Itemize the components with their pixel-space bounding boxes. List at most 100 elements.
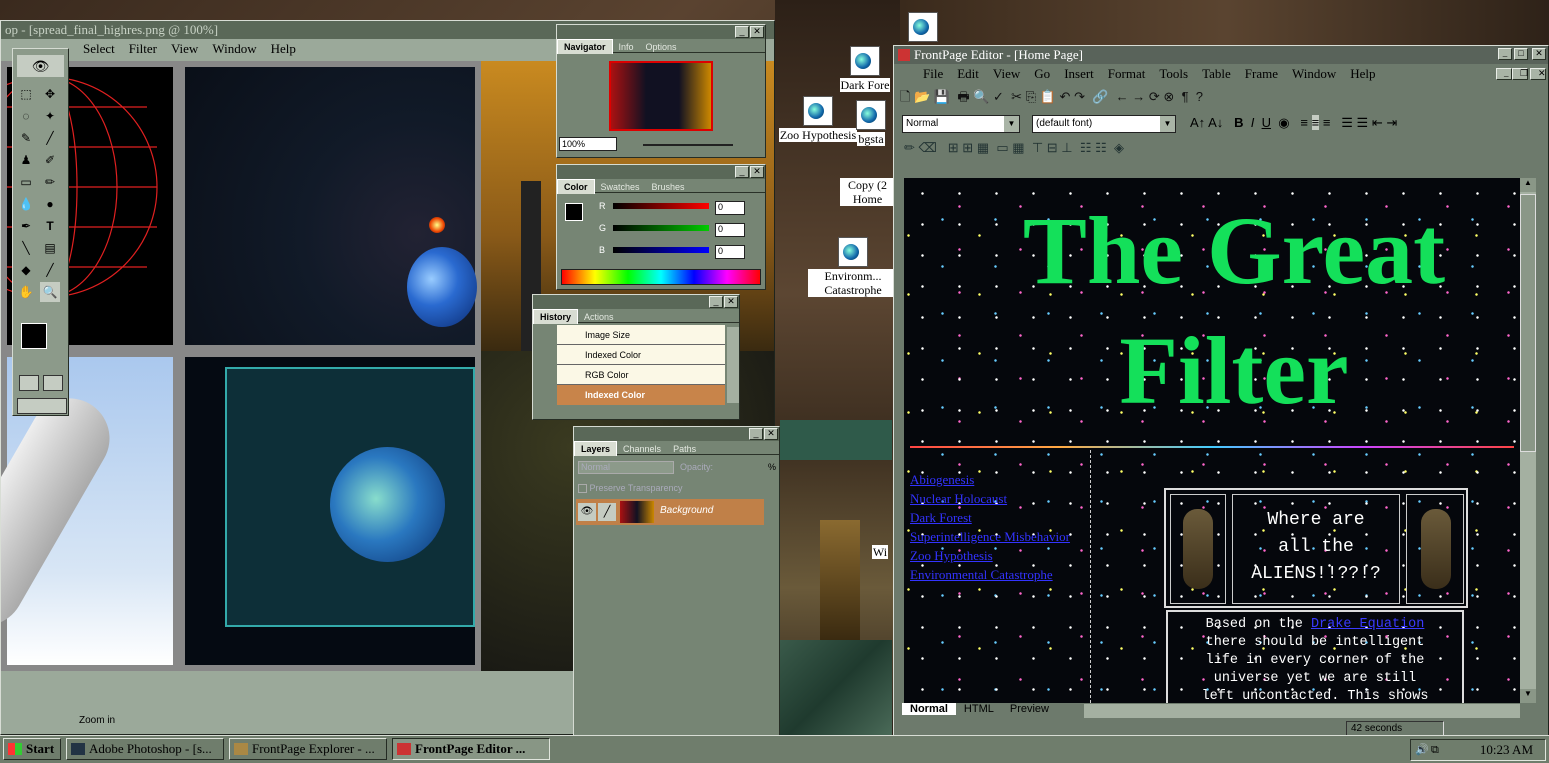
- chevron-down-icon[interactable]: ▼: [1160, 116, 1175, 132]
- horizontal-scrollbar[interactable]: [1084, 704, 1520, 718]
- editor-page[interactable]: The Great Filter Abiogenesis Nuclear Hol…: [904, 178, 1520, 703]
- tab-normal[interactable]: Normal: [902, 703, 956, 715]
- split-cells-icon[interactable]: ▦: [1012, 140, 1024, 155]
- undo-icon[interactable]: ↶: [1060, 89, 1071, 104]
- zoom-tool-icon[interactable]: 🔍: [40, 282, 60, 302]
- menu-go[interactable]: Go: [1027, 64, 1057, 84]
- distribute-cols-icon[interactable]: ☷: [1095, 140, 1107, 155]
- link-icon[interactable]: 🔗: [1092, 89, 1108, 104]
- print-icon[interactable]: 🖶: [957, 89, 969, 104]
- menu-table[interactable]: Table: [1195, 64, 1238, 84]
- taskbar-item-frontpage-explorer[interactable]: FrontPage Explorer - ...: [229, 738, 387, 760]
- underline-icon[interactable]: U: [1262, 115, 1271, 130]
- desktop-icon-top[interactable]: [905, 12, 941, 44]
- insert-cols-icon[interactable]: ⊞: [962, 140, 973, 155]
- field-r[interactable]: 0: [715, 201, 745, 215]
- history-item-selected[interactable]: Indexed Color: [557, 385, 725, 405]
- magic-wand-icon[interactable]: ✦: [40, 106, 60, 126]
- minimize-icon[interactable]: _: [709, 296, 723, 308]
- blend-mode-select[interactable]: Normal: [578, 461, 674, 474]
- menu-format[interactable]: Format: [1101, 64, 1153, 84]
- tab-html[interactable]: HTML: [956, 703, 1002, 715]
- clock[interactable]: 10:23 AM: [1480, 740, 1533, 760]
- move-tool-icon[interactable]: ✥: [40, 84, 60, 104]
- start-button[interactable]: Start: [3, 738, 61, 760]
- stamp-tool-icon[interactable]: ♟: [16, 150, 36, 170]
- tab-brushes[interactable]: Brushes: [646, 180, 691, 194]
- forward-icon[interactable]: →: [1132, 89, 1145, 104]
- outdent-icon[interactable]: ⇤: [1372, 115, 1383, 130]
- back-icon[interactable]: ←: [1116, 89, 1129, 104]
- quick-mask-icon[interactable]: [19, 375, 39, 391]
- taskbar-item-frontpage-editor[interactable]: FrontPage Editor ...: [392, 738, 550, 760]
- new-icon[interactable]: 🗋: [900, 89, 910, 104]
- tab-preview[interactable]: Preview: [1002, 703, 1057, 715]
- volume-icon[interactable]: 🔊: [1415, 740, 1429, 760]
- menu-view[interactable]: View: [164, 39, 205, 59]
- bullet-list-icon[interactable]: ☰: [1357, 115, 1369, 130]
- eraser-icon[interactable]: ▭: [16, 172, 36, 192]
- scroll-down-icon[interactable]: ▼: [1520, 689, 1536, 703]
- minimize-icon[interactable]: _: [749, 428, 763, 440]
- paint-bucket-icon[interactable]: ◆: [16, 260, 36, 280]
- screen-mode-icons[interactable]: [17, 398, 67, 414]
- minimize-icon[interactable]: _: [735, 166, 749, 178]
- tab-color[interactable]: Color: [557, 179, 595, 194]
- foreground-color-swatch[interactable]: [21, 323, 47, 349]
- numbered-list-icon[interactable]: ☰: [1341, 115, 1353, 130]
- scroll-thumb[interactable]: [1520, 194, 1536, 452]
- measure-tool-icon[interactable]: ╲: [16, 238, 36, 258]
- lasso-tool-icon[interactable]: ◌: [16, 106, 36, 126]
- marquee-tool-icon[interactable]: ⬚: [16, 84, 36, 104]
- eye-icon[interactable]: 👁: [578, 503, 596, 521]
- tab-actions[interactable]: Actions: [578, 310, 620, 324]
- desktop-icon-environmental[interactable]: Environm... Catastrophe: [808, 237, 898, 297]
- indent-icon[interactable]: ⇥: [1386, 115, 1397, 130]
- bold-icon[interactable]: B: [1234, 115, 1243, 130]
- align-left-icon[interactable]: ≡: [1300, 115, 1308, 130]
- desktop-icon-copy-home[interactable]: Copy (2 Home: [840, 148, 895, 206]
- checkbox[interactable]: [578, 484, 587, 494]
- align-middle-icon[interactable]: ⊟: [1047, 140, 1058, 155]
- menu-edit[interactable]: Edit: [950, 64, 986, 84]
- tab-layers[interactable]: Layers: [574, 441, 618, 456]
- menu-frame[interactable]: Frame: [1238, 64, 1285, 84]
- paintbrush-icon[interactable]: ╱: [40, 128, 60, 148]
- menu-window[interactable]: Window: [205, 39, 263, 59]
- scroll-up-icon[interactable]: ▲: [1520, 178, 1536, 192]
- align-center-icon[interactable]: ≡: [1311, 115, 1320, 130]
- menu-tools[interactable]: Tools: [1152, 64, 1195, 84]
- doc-restore-icon[interactable]: ❐: [1512, 68, 1528, 80]
- eyedropper-icon[interactable]: ╱: [40, 260, 60, 280]
- color-spectrum-bar[interactable]: [561, 269, 761, 285]
- save-icon[interactable]: 💾: [934, 89, 950, 104]
- tab-paths[interactable]: Paths: [667, 442, 702, 456]
- preserve-transparency[interactable]: Preserve Transparency: [578, 483, 683, 494]
- minimize-icon[interactable]: _: [735, 26, 749, 38]
- dodge-tool-icon[interactable]: ●: [40, 194, 60, 214]
- chevron-down-icon[interactable]: ▼: [1004, 116, 1019, 132]
- menu-window[interactable]: Window: [1285, 64, 1343, 84]
- link-dark-forest[interactable]: Dark Forest: [910, 508, 1070, 527]
- align-top-icon[interactable]: ⊤: [1032, 140, 1043, 155]
- tab-options[interactable]: Options: [640, 40, 683, 54]
- pencil-icon[interactable]: ✏: [904, 140, 915, 155]
- blur-tool-icon[interactable]: 💧: [16, 194, 36, 214]
- hand-tool-icon[interactable]: ✋: [16, 282, 36, 302]
- paragraph-icon[interactable]: ¶: [1182, 89, 1189, 104]
- preview-icon[interactable]: 🔍: [973, 89, 989, 104]
- type-tool-icon[interactable]: T: [40, 216, 60, 236]
- menu-help[interactable]: Help: [1343, 64, 1382, 84]
- paste-icon[interactable]: 📋: [1040, 89, 1056, 104]
- history-item[interactable]: Indexed Color: [557, 345, 725, 365]
- doc-minimize-icon[interactable]: _: [1496, 68, 1512, 80]
- slider-r[interactable]: [613, 203, 709, 209]
- menu-help[interactable]: Help: [264, 39, 303, 59]
- increase-font-icon[interactable]: A↑: [1190, 115, 1205, 130]
- link-nuclear-holocaust[interactable]: Nuclear Holocaust: [910, 489, 1070, 508]
- redo-icon[interactable]: ↷: [1074, 89, 1085, 104]
- link-drake-equation[interactable]: Drake Equation: [1311, 617, 1424, 632]
- navigator-zoom-slider[interactable]: [643, 144, 733, 146]
- tab-navigator[interactable]: Navigator: [557, 39, 613, 54]
- close-icon[interactable]: ✕: [724, 296, 738, 308]
